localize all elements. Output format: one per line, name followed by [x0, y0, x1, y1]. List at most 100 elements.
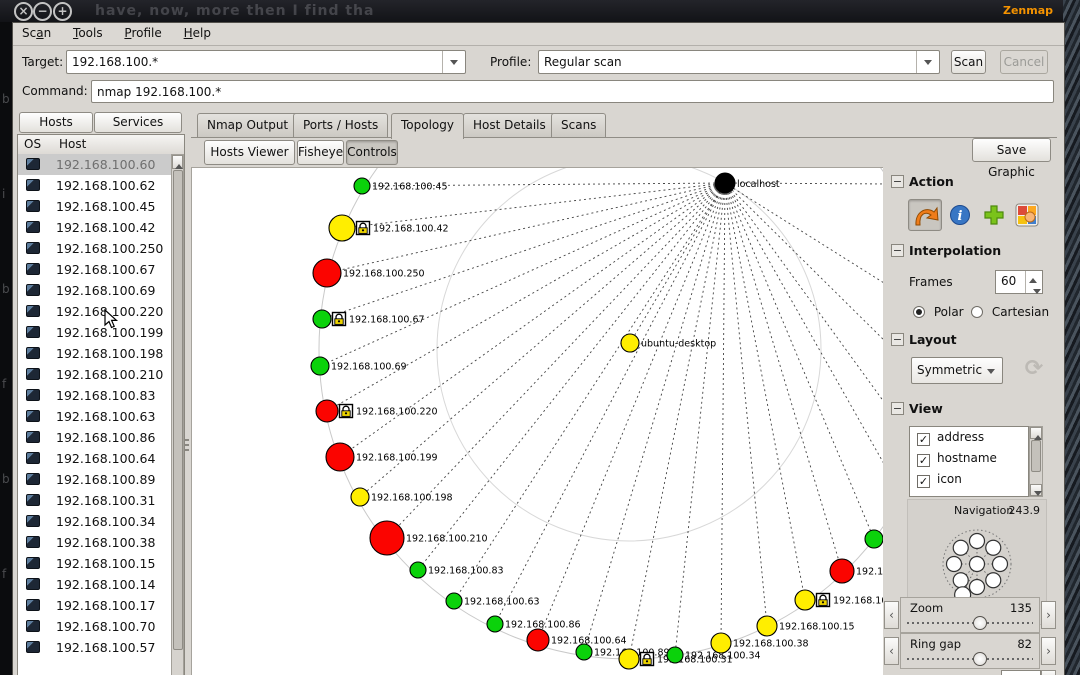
host-column-header[interactable]: Host	[59, 137, 86, 151]
command-input[interactable]: nmap 192.168.100.*	[91, 80, 1054, 103]
ring-gap-slider[interactable]: Ring gap 82	[900, 633, 1040, 669]
host-node[interactable]	[351, 488, 369, 506]
pane-splitter[interactable]	[183, 107, 191, 675]
zoom-increase-button[interactable]: ›	[1041, 601, 1056, 629]
hosts-viewer-button[interactable]: Hosts Viewer	[204, 140, 295, 165]
hosts-toggle-button[interactable]: Hosts	[19, 112, 93, 133]
scan-button[interactable]: Scan	[951, 50, 986, 74]
menu-profile[interactable]: Profile	[115, 23, 170, 43]
host-row[interactable]: 192.168.100.220	[18, 301, 171, 322]
host-row[interactable]: 192.168.100.86	[18, 427, 171, 448]
tab-scans[interactable]: Scans	[551, 113, 606, 137]
host-row[interactable]: 192.168.100.62	[18, 175, 171, 196]
host-node[interactable]	[311, 357, 329, 375]
host-node[interactable]	[446, 593, 462, 609]
frames-spinner[interactable]: 60	[995, 270, 1043, 294]
host-row[interactable]: 192.168.100.67	[18, 259, 171, 280]
host-row[interactable]: 192.168.100.70	[18, 616, 171, 637]
info-button[interactable]: i	[949, 204, 971, 226]
host-row[interactable]: 192.168.100.38	[18, 532, 171, 553]
collapse-interpolation-icon[interactable]: −	[891, 244, 904, 257]
checkbox-icon[interactable]: ✓	[917, 454, 930, 467]
host-node[interactable]	[830, 559, 854, 583]
host-list-scroll-thumb[interactable]	[173, 170, 183, 650]
layout-dropdown-icon[interactable]	[980, 358, 1002, 383]
collapse-view-icon[interactable]: −	[891, 402, 904, 415]
ring-gap-decrease-button[interactable]: ‹	[884, 637, 899, 665]
lower-ring-gap-spinner[interactable]: 21	[1001, 670, 1041, 675]
polar-radio[interactable]: Polar	[913, 305, 964, 319]
cartesian-radio[interactable]: Cartesian	[971, 305, 1049, 319]
host-node[interactable]	[370, 521, 404, 555]
host-node[interactable]	[619, 649, 639, 669]
host-row[interactable]: 192.168.100.31	[18, 490, 171, 511]
host-node[interactable]	[487, 616, 503, 632]
checkbox-icon[interactable]: ✓	[917, 475, 930, 488]
change-focus-button[interactable]	[908, 199, 942, 231]
host-node[interactable]	[795, 590, 815, 610]
scroll-down-icon[interactable]	[1030, 484, 1042, 496]
zoom-decrease-button[interactable]: ‹	[884, 601, 899, 629]
host-node[interactable]	[757, 616, 777, 636]
host-node[interactable]	[576, 644, 592, 660]
host-node[interactable]	[313, 310, 331, 328]
scroll-up-icon[interactable]	[172, 155, 183, 169]
host-node[interactable]	[354, 178, 370, 194]
fisheye-button[interactable]: Fisheye	[297, 140, 344, 165]
target-dropdown-icon[interactable]	[442, 51, 465, 73]
host-node[interactable]	[326, 443, 354, 471]
menu-scan[interactable]: Scan	[13, 23, 60, 43]
host-row[interactable]: 192.168.100.14	[18, 574, 171, 595]
view-list-scrollbar[interactable]	[1029, 426, 1043, 497]
host-row[interactable]: 192.168.100.45	[18, 196, 171, 217]
tab-topology[interactable]: Topology	[391, 113, 464, 139]
host-node[interactable]	[313, 259, 341, 287]
ring-gap-thumb[interactable]	[973, 652, 987, 666]
target-input[interactable]: 192.168.100.*	[66, 50, 466, 74]
menu-help[interactable]: Help	[175, 23, 220, 43]
host-node[interactable]	[329, 215, 355, 241]
host-row[interactable]: 192.168.100.250	[18, 238, 171, 259]
host-row[interactable]: 192.168.100.57	[18, 637, 171, 658]
tab-host-details[interactable]: Host Details	[463, 113, 556, 137]
menu-tools[interactable]: Tools	[64, 23, 112, 43]
scroll-up-icon[interactable]	[1030, 427, 1042, 439]
view-option-hostname[interactable]: ✓hostname	[910, 448, 1028, 469]
services-toggle-button[interactable]: Services	[94, 112, 182, 133]
host-row[interactable]: 192.168.100.42	[18, 217, 171, 238]
profile-dropdown-icon[interactable]	[916, 51, 939, 73]
controls-button[interactable]: Controls	[346, 140, 398, 165]
group-add-button[interactable]	[983, 204, 1005, 226]
save-graphic-button[interactable]: Save Graphic	[972, 138, 1051, 162]
host-row[interactable]: 192.168.100.89	[18, 469, 171, 490]
zoom-thumb[interactable]	[973, 616, 987, 630]
collapse-action-icon[interactable]: −	[891, 175, 904, 188]
window-maximize-button[interactable]: +	[53, 2, 72, 21]
host-node[interactable]	[527, 629, 549, 651]
view-option-address[interactable]: ✓address	[910, 427, 1028, 448]
host-row[interactable]: 192.168.100.210	[18, 364, 171, 385]
os-column-header[interactable]: OS	[24, 137, 41, 151]
host-row[interactable]: 192.168.100.34	[18, 511, 171, 532]
host-row[interactable]: 192.168.100.64	[18, 448, 171, 469]
spinner-arrows-icon[interactable]	[1025, 271, 1042, 293]
host-row[interactable]: 192.168.100.69	[18, 280, 171, 301]
host-node[interactable]	[621, 334, 639, 352]
host-row[interactable]: 192.168.100.17	[18, 595, 171, 616]
view-scroll-thumb[interactable]	[1031, 440, 1041, 472]
host-row[interactable]: 192.168.100.199	[18, 322, 171, 343]
zoom-slider[interactable]: Zoom 135	[900, 597, 1040, 633]
tab-nmap-output[interactable]: Nmap Output	[197, 113, 298, 137]
collapse-layout-icon[interactable]: −	[891, 333, 904, 346]
lower-ring-gap-up-icon[interactable]	[1041, 670, 1056, 675]
tab-ports-hosts[interactable]: Ports / Hosts	[293, 113, 388, 137]
layout-combobox[interactable]: Symmetric	[911, 357, 1003, 384]
legend-button[interactable]	[1015, 203, 1039, 227]
window-close-button[interactable]: ×	[14, 2, 33, 21]
topology-canvas[interactable]: ubuntu-desktop192.168.100.45192.168.100.…	[191, 167, 883, 675]
host-row[interactable]: 192.168.100.60	[18, 154, 171, 175]
host-node[interactable]	[865, 530, 883, 548]
host-node[interactable]	[316, 400, 338, 422]
checkbox-icon[interactable]: ✓	[917, 433, 930, 446]
view-option-icon[interactable]: ✓icon	[910, 469, 1028, 490]
